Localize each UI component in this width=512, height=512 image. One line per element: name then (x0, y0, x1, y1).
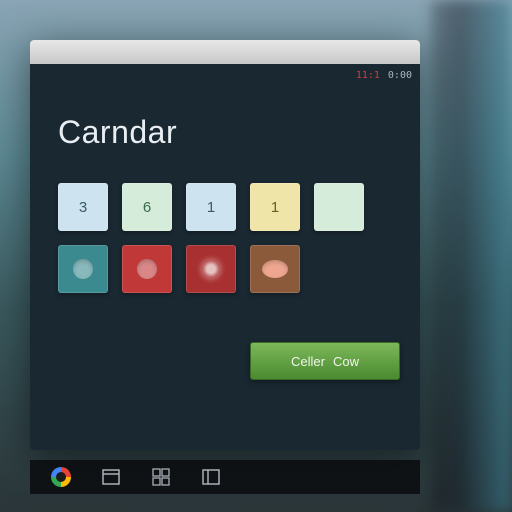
circle-icon (73, 259, 93, 279)
chrome-icon (51, 467, 71, 487)
window-icon (102, 468, 120, 486)
app-title: Carndar (58, 114, 392, 151)
oval-icon (262, 260, 288, 278)
desktop-background-right (427, 0, 512, 512)
window-titlebar[interactable] (30, 40, 420, 64)
status-clock: 0:00 (388, 70, 412, 81)
status-area: 11:1 0:00 (356, 70, 412, 81)
app-window: 11:1 0:00 Carndar 3 6 1 1 (30, 40, 420, 450)
action-label-secondary: Cow (333, 354, 359, 369)
tile-6[interactable] (122, 245, 172, 293)
tile-5[interactable] (58, 245, 108, 293)
flower-icon (201, 259, 221, 279)
taskbar-app-icon-1[interactable] (100, 466, 122, 488)
taskbar (30, 460, 420, 494)
taskbar-chrome-icon[interactable] (50, 466, 72, 488)
tile-1[interactable]: 6 (122, 183, 172, 231)
grid-row-1: 3 6 1 1 (58, 183, 392, 231)
grid-row-2 (58, 245, 392, 293)
taskbar-app-icon-2[interactable] (150, 466, 172, 488)
grid-icon (152, 468, 170, 486)
primary-action-button[interactable]: Celler Cow (250, 342, 400, 380)
tile-label: 6 (143, 199, 151, 216)
action-label-primary: Celler (291, 354, 325, 369)
taskbar-app-icon-3[interactable] (200, 466, 222, 488)
tile-3[interactable]: 1 (250, 183, 300, 231)
tile-7[interactable] (186, 245, 236, 293)
tile-label: 1 (207, 199, 215, 216)
tile-label: 3 (79, 199, 87, 216)
tile-8[interactable] (250, 245, 300, 293)
tile-0[interactable]: 3 (58, 183, 108, 231)
window-content: Carndar 3 6 1 1 (30, 64, 420, 313)
tile-2[interactable]: 1 (186, 183, 236, 231)
tile-4[interactable] (314, 183, 364, 231)
tile-label: 1 (271, 199, 279, 216)
circle-icon (137, 259, 157, 279)
panel-icon (202, 468, 220, 486)
tile-grid: 3 6 1 1 (58, 183, 392, 293)
status-code: 11:1 (356, 70, 380, 81)
